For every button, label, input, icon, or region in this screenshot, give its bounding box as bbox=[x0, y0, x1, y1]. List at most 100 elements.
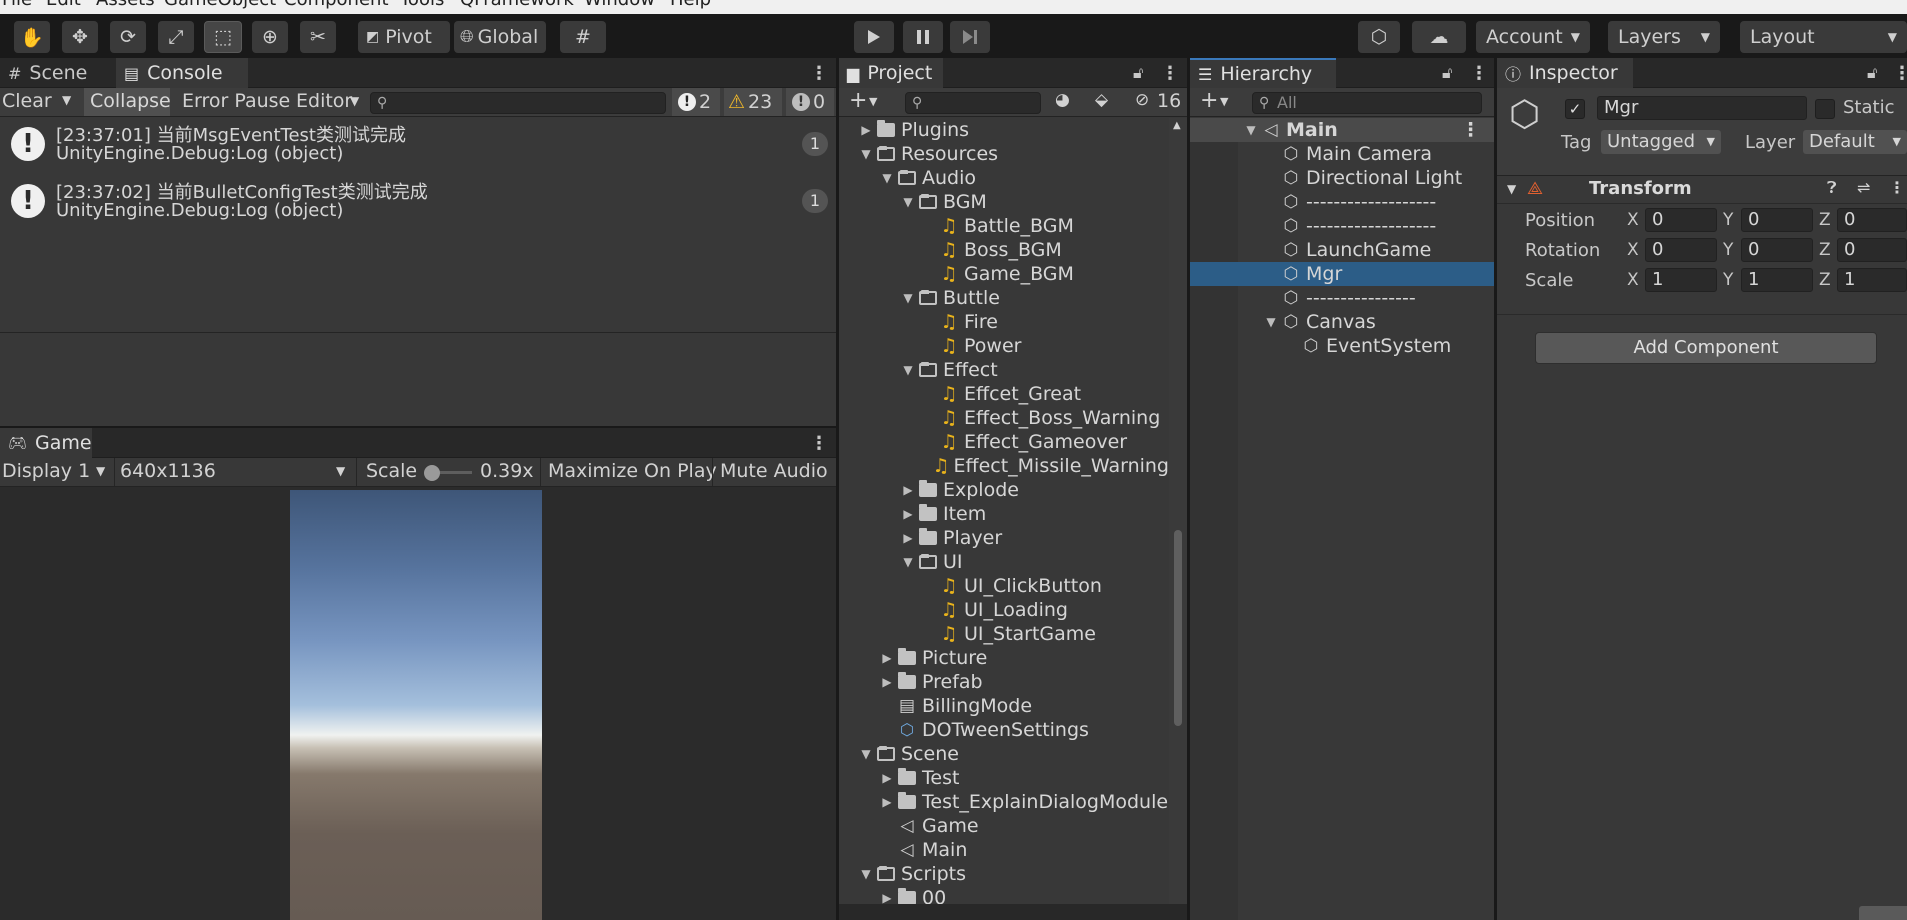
add-icon[interactable]: + bbox=[849, 88, 867, 113]
tree-item[interactable]: ⬡ LaunchGame bbox=[1190, 238, 1494, 262]
tree-item[interactable]: ⬡ ------------------- bbox=[1190, 214, 1494, 238]
transform-tool-icon[interactable]: ⊕ bbox=[252, 21, 288, 53]
transform-z-field[interactable]: 0 bbox=[1837, 208, 1907, 232]
tree-item[interactable]: ♫ Effect_Boss_Warning bbox=[839, 406, 1169, 430]
scale-slider-thumb[interactable] bbox=[424, 465, 440, 481]
tree-item[interactable]: ♫ Effect_Missile_Warning bbox=[839, 454, 1169, 478]
expand-arrow-right-icon[interactable]: ▶ bbox=[878, 790, 896, 814]
active-checkbox[interactable]: ✓ bbox=[1565, 99, 1585, 119]
lock-icon[interactable]: 🔓︎ bbox=[1442, 63, 1452, 83]
expand-arrow-down-icon[interactable]: ▼ bbox=[899, 190, 917, 214]
tree-item[interactable]: ▼ Scene bbox=[839, 742, 1169, 766]
tree-item[interactable]: ⬡ Main Camera bbox=[1190, 142, 1494, 166]
tree-item[interactable]: ♫ Boss_BGM bbox=[839, 238, 1169, 262]
add-icon[interactable]: + bbox=[1200, 88, 1218, 113]
tree-item[interactable]: ◁ Main bbox=[839, 838, 1169, 862]
chevron-down-icon[interactable]: ▼ bbox=[869, 95, 877, 108]
transform-z-field[interactable]: 1 bbox=[1837, 268, 1907, 292]
collapse-toggle[interactable]: Collapse bbox=[84, 88, 171, 116]
tree-item[interactable]: ▼ UI bbox=[839, 550, 1169, 574]
menu-item[interactable]: File bbox=[2, 0, 32, 10]
scale-tool-icon[interactable]: ⤢ bbox=[158, 21, 194, 53]
tree-item[interactable]: ▼ Audio bbox=[839, 166, 1169, 190]
tree-item[interactable]: ▼ Resources bbox=[839, 142, 1169, 166]
static-checkbox[interactable] bbox=[1815, 99, 1835, 119]
tab-hierarchy[interactable]: ☰ Hierarchy bbox=[1190, 58, 1336, 88]
rect-tool-icon[interactable]: ⬚ bbox=[204, 21, 242, 53]
tree-item[interactable]: ▶ Test_ExplainDialogModule bbox=[839, 790, 1169, 814]
pivot-toggle[interactable]: ◩ Pivot bbox=[358, 21, 450, 53]
axis-label[interactable]: Z bbox=[1819, 270, 1831, 290]
tree-item[interactable]: ▼ BGM bbox=[839, 190, 1169, 214]
expand-arrow-down-icon[interactable]: ▼ bbox=[857, 142, 875, 166]
more-options-icon[interactable]: ⋮ bbox=[1893, 63, 1907, 84]
tree-item[interactable]: ⬡ Directional Light bbox=[1190, 166, 1494, 190]
tab-inspector[interactable]: ⓘ Inspector bbox=[1497, 58, 1633, 88]
tree-item[interactable]: ♫ UI_StartGame bbox=[839, 622, 1169, 646]
axis-label[interactable]: X bbox=[1627, 270, 1639, 290]
tab-console[interactable]: ▤ Console bbox=[116, 58, 248, 88]
transform-y-field[interactable]: 0 bbox=[1741, 208, 1813, 232]
tree-item[interactable]: ♫ Power bbox=[839, 334, 1169, 358]
project-scrollbar-thumb[interactable] bbox=[1174, 530, 1182, 726]
expand-arrow-right-icon[interactable]: ▶ bbox=[878, 766, 896, 790]
menu-item[interactable]: QFramework bbox=[460, 0, 574, 10]
expand-arrow-down-icon[interactable]: ▼ bbox=[1262, 310, 1280, 334]
error-filter-toggle[interactable]: ! 0 bbox=[786, 88, 834, 116]
lock-icon[interactable]: 🔓︎ bbox=[1867, 63, 1877, 83]
log-entry[interactable]: ! [23:37:02] 当前BulletConfigTest类测试完成 Uni… bbox=[0, 177, 836, 233]
info-filter-toggle[interactable]: ! 2 bbox=[672, 88, 720, 116]
tree-item[interactable]: ⬡ Mgr bbox=[1190, 262, 1494, 286]
account-dropdown[interactable]: Account ▼ bbox=[1476, 21, 1590, 53]
tree-item[interactable]: ♫ UI_ClickButton bbox=[839, 574, 1169, 598]
grid-snap-icon[interactable]: # bbox=[560, 21, 606, 53]
chevron-down-icon[interactable]: ▼ bbox=[1220, 95, 1228, 108]
tree-item[interactable]: ▼ ⬡ Canvas bbox=[1190, 310, 1494, 334]
foldout-arrow-icon[interactable]: ▼ bbox=[1507, 182, 1516, 196]
tree-item[interactable]: ▼ Buttle bbox=[839, 286, 1169, 310]
axis-label[interactable]: X bbox=[1627, 210, 1639, 230]
axis-label[interactable]: Y bbox=[1723, 210, 1733, 230]
tree-item[interactable]: ⬡ ------------------- bbox=[1190, 190, 1494, 214]
axis-label[interactable]: Y bbox=[1723, 270, 1733, 290]
transform-x-field[interactable]: 1 bbox=[1645, 268, 1717, 292]
console-search-input[interactable]: ⚲ bbox=[370, 92, 666, 114]
tree-item[interactable]: ⬡ EventSystem bbox=[1190, 334, 1494, 358]
label-tag-icon[interactable]: ⬙ bbox=[1095, 90, 1108, 110]
tree-item[interactable]: ♫ Battle_BGM bbox=[839, 214, 1169, 238]
presets-icon[interactable]: ⇌ bbox=[1857, 178, 1870, 197]
clear-button[interactable]: Clear bbox=[2, 90, 52, 112]
component-menu-icon[interactable]: ⋮ bbox=[1889, 178, 1905, 197]
transform-y-field[interactable]: 1 bbox=[1741, 268, 1813, 292]
collab-icon[interactable]: ⬡ bbox=[1358, 21, 1400, 53]
display-dropdown[interactable]: Display 1 bbox=[2, 460, 90, 482]
project-scrollbar[interactable]: ▲ ▼ bbox=[1169, 118, 1187, 920]
resolution-dropdown[interactable]: 640x1136 bbox=[120, 460, 216, 482]
global-toggle[interactable]: 🌐︎ Global bbox=[454, 21, 546, 53]
tree-item[interactable]: ▼ Scripts bbox=[839, 862, 1169, 886]
play-button[interactable] bbox=[854, 21, 894, 53]
transform-component-header[interactable]: ▼ ⟁ Transform ❓︎ ⇌ ⋮ bbox=[1497, 178, 1907, 204]
editor-dropdown[interactable]: Editor bbox=[296, 90, 352, 112]
menu-item[interactable]: Component bbox=[284, 0, 389, 10]
expand-arrow-down-icon[interactable]: ▼ bbox=[899, 286, 917, 310]
expand-arrow-down-icon[interactable]: ▼ bbox=[899, 550, 917, 574]
tab-scene[interactable]: # Scene bbox=[0, 58, 112, 88]
tree-item[interactable]: ▶ Prefab bbox=[839, 670, 1169, 694]
tree-item[interactable]: ♫ Fire bbox=[839, 310, 1169, 334]
help-icon[interactable]: ❓︎ bbox=[1827, 178, 1837, 198]
tree-item[interactable]: ▶ Item bbox=[839, 502, 1169, 526]
transform-y-field[interactable]: 0 bbox=[1741, 238, 1813, 262]
warning-filter-toggle[interactable]: ⚠ 23 bbox=[724, 88, 782, 116]
more-options-icon[interactable]: ⋮ bbox=[1161, 63, 1179, 84]
expand-arrow-down-icon[interactable]: ▼ bbox=[1242, 118, 1260, 142]
tree-item[interactable]: ▼ Effect bbox=[839, 358, 1169, 382]
expand-arrow-down-icon[interactable]: ▼ bbox=[878, 166, 896, 190]
menu-item[interactable]: GameObject bbox=[164, 0, 276, 10]
project-search-input[interactable]: ⚲ bbox=[905, 92, 1041, 114]
console-detail-divider[interactable] bbox=[0, 332, 836, 333]
scene-menu-icon[interactable]: ⋮ bbox=[1461, 118, 1480, 142]
tree-item[interactable]: ▤ BillingMode bbox=[839, 694, 1169, 718]
tree-item[interactable]: ▶ Plugins bbox=[839, 118, 1169, 142]
layout-dropdown[interactable]: Layout ▼ bbox=[1740, 21, 1907, 53]
